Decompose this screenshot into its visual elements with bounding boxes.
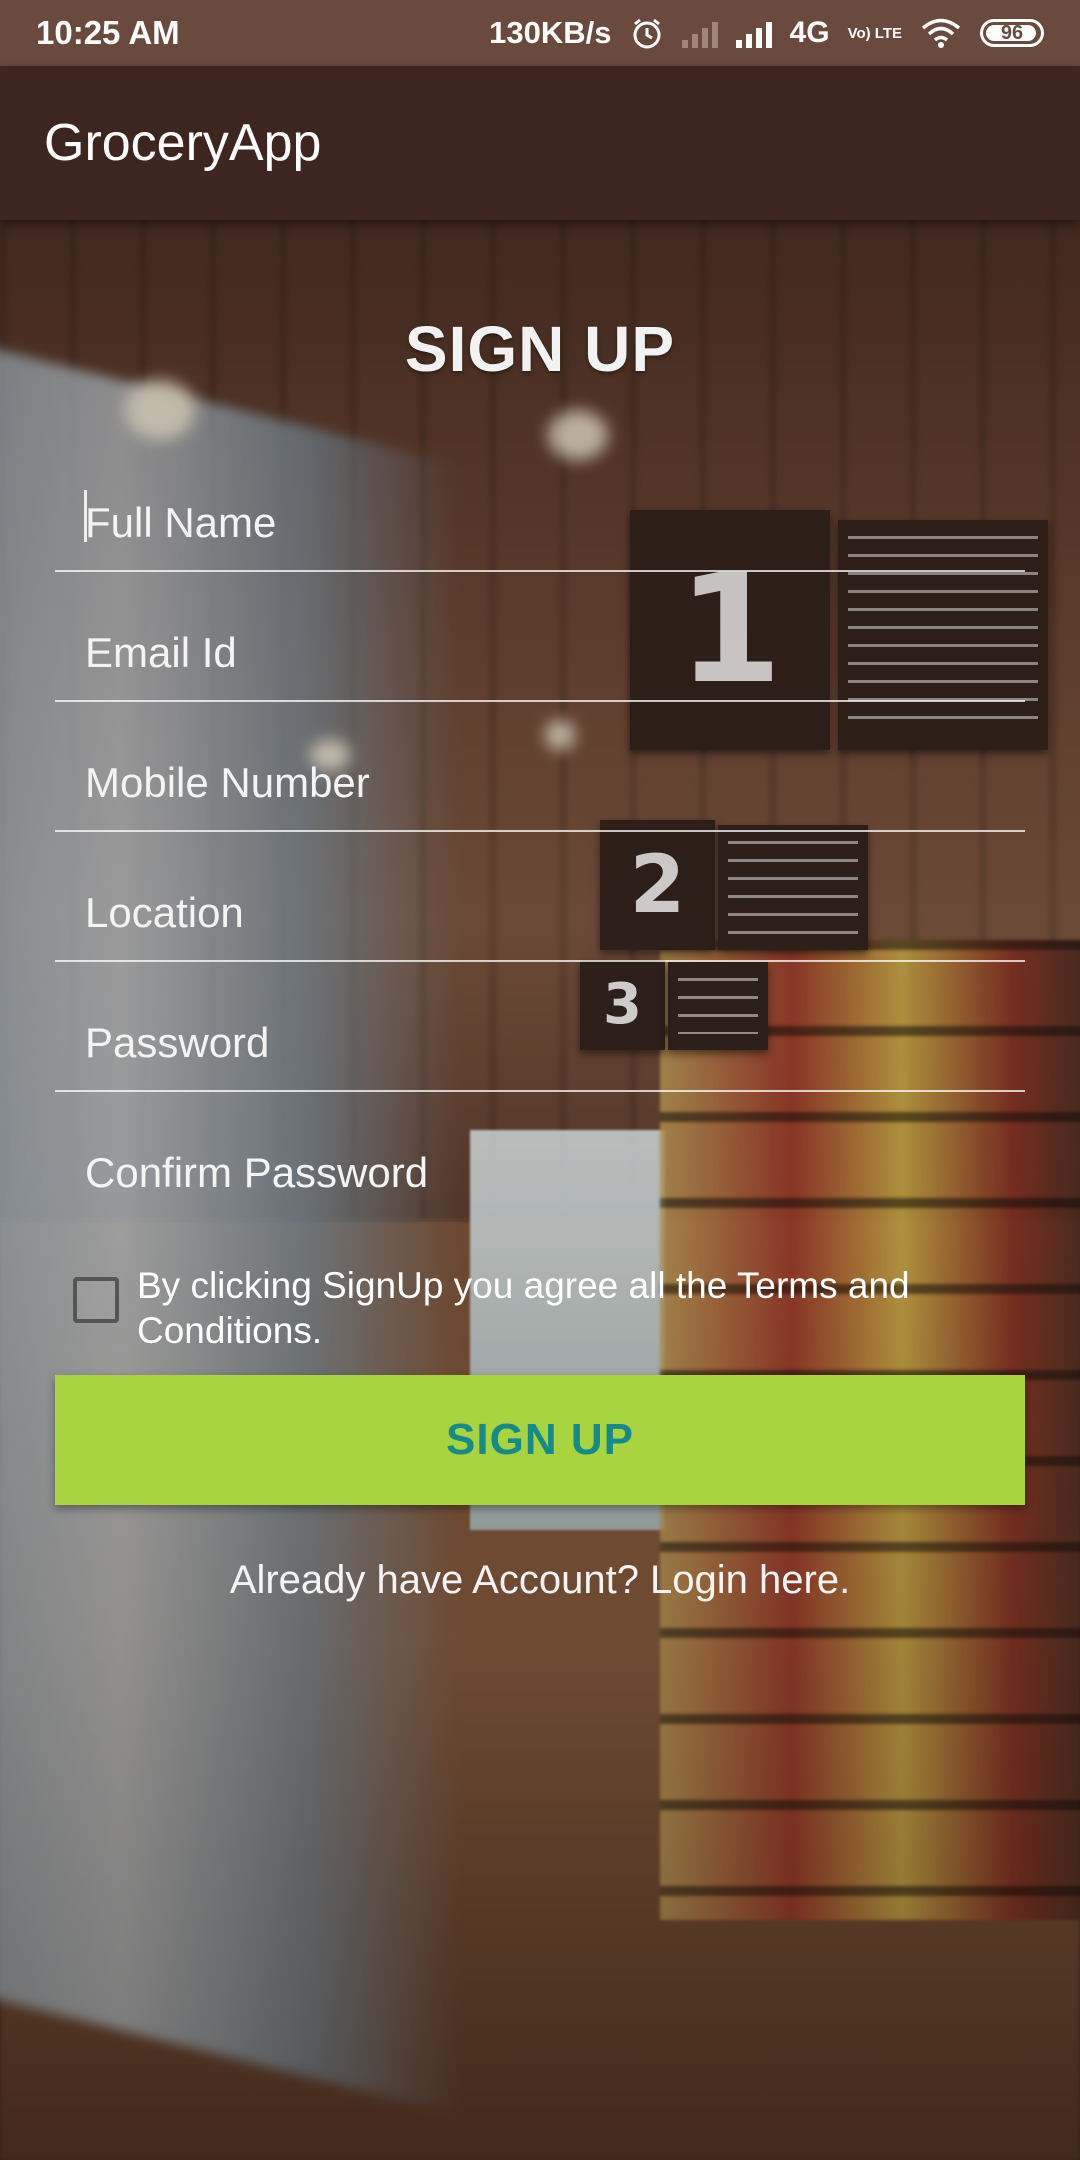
terms-label: By clicking SignUp you agree all the Ter… <box>137 1265 910 1351</box>
battery-icon: 96 <box>980 19 1044 47</box>
wifi-icon <box>921 18 961 48</box>
status-icons: 130KB/s 4G Vo) LTE 96 <box>489 15 1044 51</box>
signal-icon <box>681 18 718 48</box>
password-field <box>55 960 1025 1092</box>
signup-button[interactable]: SIGN UP <box>55 1375 1025 1505</box>
app-bar: GroceryApp <box>0 66 1080 220</box>
email-input[interactable] <box>83 628 1025 678</box>
status-bar: 10:25 AM 130KB/s 4G Vo) LTE 96 <box>0 0 1080 66</box>
status-time: 10:25 AM <box>36 14 180 51</box>
signup-form: SIGN UP By clicking SignUp you agree all… <box>0 220 1080 2160</box>
alarm-icon <box>633 18 661 49</box>
app-title: GroceryApp <box>44 114 322 172</box>
location-field <box>55 830 1025 962</box>
full-name-field <box>55 440 1025 572</box>
confirm-password-input[interactable] <box>83 1148 1025 1198</box>
confirm-password-field <box>55 1090 1025 1220</box>
email-field <box>55 570 1025 702</box>
mobile-field <box>55 700 1025 832</box>
text-cursor <box>84 490 87 542</box>
location-input[interactable] <box>83 888 1025 938</box>
login-link[interactable]: Already have Account? Login here. <box>0 1558 1080 1603</box>
volte-indicator: Vo) LTE <box>847 24 902 42</box>
terms-checkbox[interactable] <box>73 1277 119 1323</box>
full-name-input[interactable] <box>83 498 1025 548</box>
mobile-input[interactable] <box>83 758 1025 808</box>
battery-level: 96 <box>1000 21 1024 44</box>
terms-row: By clicking SignUp you agree all the Ter… <box>73 1253 973 1353</box>
network-type: 4G <box>789 16 830 49</box>
signal-icon <box>735 18 772 48</box>
password-input[interactable] <box>83 1018 1025 1068</box>
network-speed: 130KB/s <box>489 15 612 50</box>
form-title: SIGN UP <box>404 313 676 385</box>
